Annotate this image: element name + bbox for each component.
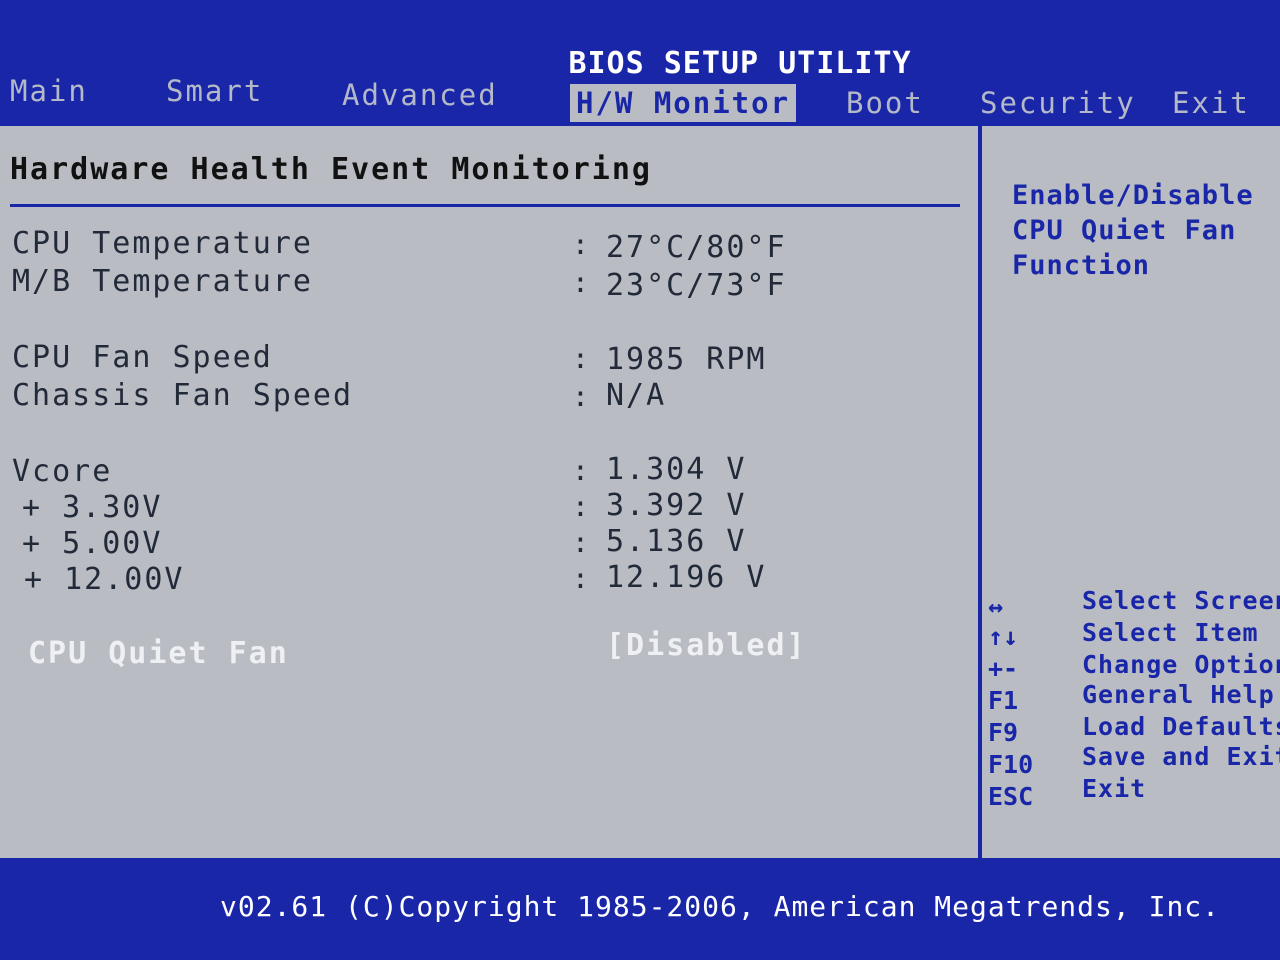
help-key-save-exit: F10	[988, 750, 1034, 779]
help-key-change-option: +-	[988, 654, 1019, 683]
help-key-exit: ESC	[988, 782, 1034, 811]
colon: :	[572, 454, 589, 487]
help-key-select-item: ↑↓	[988, 622, 1019, 651]
help-desc-select-screen: Select Screen	[1082, 586, 1280, 615]
footer-bar: v02.61 (C)Copyright 1985-2006, American …	[0, 862, 1280, 960]
help-panel: Enable/Disable CPU Quiet Fan Function ↔ …	[978, 122, 1280, 862]
colon: :	[572, 562, 589, 595]
help-desc-change-option: Change Option	[1082, 650, 1280, 679]
tab-security[interactable]: Security	[974, 84, 1142, 122]
help-desc-exit: Exit	[1082, 774, 1147, 803]
cpu-temperature-value: 27°C/80°F	[606, 230, 787, 265]
colon: :	[572, 228, 589, 261]
voltage-3v3-label: + 3.30V	[22, 490, 163, 525]
colon: :	[572, 342, 589, 375]
vcore-label: Vcore	[12, 454, 113, 489]
help-desc-select-item: Select Item	[1082, 618, 1259, 647]
chassis-fan-speed-value: N/A	[606, 378, 667, 413]
voltage-5v-value: 5.136 V	[606, 524, 747, 559]
cpu-fan-speed-label: CPU Fan Speed	[12, 340, 273, 375]
voltage-12v-value: 12.196 V	[606, 560, 767, 595]
mb-temperature-value: 23°C/73°F	[606, 268, 787, 303]
help-description: Enable/Disable CPU Quiet Fan Function	[1012, 180, 1254, 281]
tab-hw-monitor[interactable]: H/W Monitor	[570, 84, 797, 122]
chassis-fan-speed-label: Chassis Fan Speed	[12, 378, 354, 413]
colon: :	[572, 526, 589, 559]
voltage-12v-label: + 12.00V	[24, 562, 185, 597]
mb-temperature-label: M/B Temperature	[12, 264, 313, 299]
help-key-general-help: F1	[988, 686, 1019, 715]
bios-screen: BIOS SETUP UTILITY Main Smart Advanced H…	[0, 0, 1280, 960]
help-key-select-screen: ↔	[988, 592, 1004, 621]
cpu-fan-speed-value: 1985 RPM	[606, 342, 767, 377]
help-desc-load-defaults: Load Defaults	[1082, 712, 1280, 741]
colon: :	[572, 266, 589, 299]
tab-exit[interactable]: Exit	[1166, 84, 1256, 122]
window-title: BIOS SETUP UTILITY	[568, 46, 912, 81]
tab-main[interactable]: Main	[4, 72, 94, 110]
colon: :	[572, 380, 589, 413]
tab-smart[interactable]: Smart	[160, 72, 269, 110]
voltage-3v3-value: 3.392 V	[606, 488, 747, 523]
cpu-quiet-fan-label[interactable]: CPU Quiet Fan	[28, 636, 289, 671]
help-key-load-defaults: F9	[988, 718, 1019, 747]
tab-advanced[interactable]: Advanced	[336, 76, 504, 114]
vcore-value: 1.304 V	[606, 452, 747, 487]
section-title: Hardware Health Event Monitoring	[10, 152, 652, 187]
title-bar: BIOS SETUP UTILITY Main Smart Advanced H…	[0, 0, 1280, 122]
colon: :	[572, 490, 589, 523]
voltage-5v-label: + 5.00V	[22, 526, 163, 561]
help-desc-save-exit: Save and Exit	[1082, 742, 1280, 771]
cpu-temperature-label: CPU Temperature	[12, 226, 313, 261]
help-desc-general-help: General Help	[1082, 680, 1275, 709]
main-panel: Hardware Health Event Monitoring CPU Tem…	[0, 122, 978, 862]
cpu-quiet-fan-value[interactable]: [Disabled]	[606, 628, 807, 663]
copyright-text: v02.61 (C)Copyright 1985-2006, American …	[220, 890, 1221, 923]
tab-boot[interactable]: Boot	[840, 84, 930, 122]
section-divider	[10, 204, 960, 207]
